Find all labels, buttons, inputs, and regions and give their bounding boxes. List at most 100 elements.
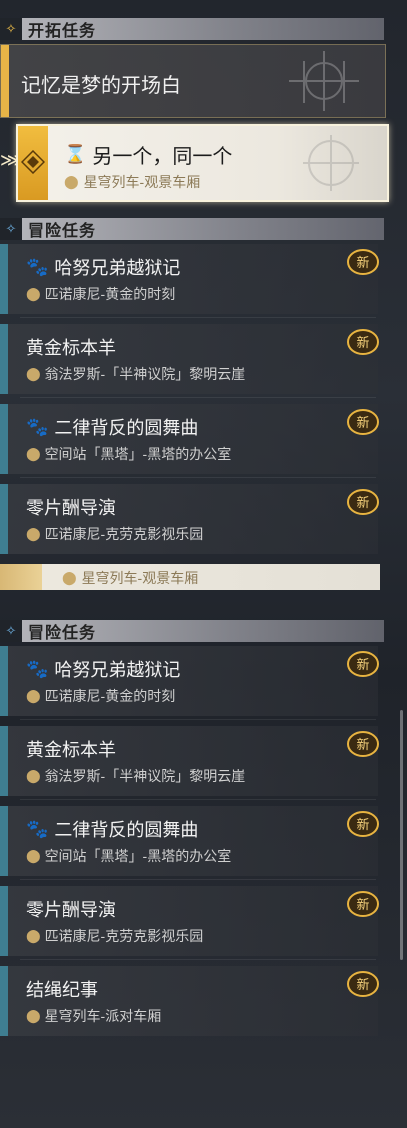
quest-title: 零片酬导演 <box>26 498 116 518</box>
quest-row[interactable]: 🐾 哈努兄弟越狱记 ⬤ 匹诺康尼-黄金的时刻 新 <box>0 642 380 720</box>
quest-location-row: ⬤ 匹诺康尼-黄金的时刻 <box>26 686 175 706</box>
quest-title-row: 黄金标本羊 <box>26 736 116 762</box>
quest-row[interactable]: 零片酬导演 ⬤ 匹诺康尼-克劳克影视乐园 新 <box>0 882 380 960</box>
quest-row[interactable]: 零片酬导演 ⬤ 匹诺康尼-克劳克影视乐园 新 <box>0 480 380 558</box>
quest-location-row: ⬤ 匹诺康尼-克劳克影视乐园 <box>26 926 203 946</box>
new-badge-label: 新 <box>356 255 369 271</box>
quest-accent-bar <box>0 404 8 474</box>
new-badge-label: 新 <box>356 737 369 753</box>
quest-title-row: 零片酬导演 <box>26 896 116 922</box>
quest-accent-bar <box>0 806 8 876</box>
new-badge-label: 新 <box>356 335 369 351</box>
quest-location: 匹诺康尼-克劳克影视乐园 <box>44 526 204 542</box>
quest-location: 翁法罗斯-「半神议院」黎明云崖 <box>44 768 246 784</box>
new-badge-icon: 新 <box>347 971 379 997</box>
quest-accent-bar <box>0 244 8 314</box>
pet-paw-icon: 🐾 <box>26 658 49 679</box>
location-pin-icon: ⬤ <box>64 174 79 189</box>
scrollbar[interactable] <box>400 710 403 960</box>
quest-title-row: 🐾 哈努兄弟越狱记 <box>26 254 180 280</box>
new-badge-icon: 新 <box>347 731 379 757</box>
new-badge-label: 新 <box>356 897 369 913</box>
main-quest-card[interactable]: 记忆是梦的开场白 <box>0 44 386 118</box>
quest-location: 翁法罗斯-「半神议院」黎明云崖 <box>44 366 246 382</box>
location-pin-icon: ⬤ <box>26 768 41 783</box>
quest-title-row: 结绳纪事 <box>26 976 98 1002</box>
quest-title: 零片酬导演 <box>26 900 116 920</box>
quest-location: 空间站「黑塔」-黑塔的办公室 <box>44 848 232 864</box>
location-pin-icon: ⬤ <box>26 848 41 863</box>
new-badge-label: 新 <box>356 977 369 993</box>
quest-location: 星穹列车-派对车厢 <box>44 1008 162 1024</box>
adventure-section-title: 冒险任务 <box>28 223 97 240</box>
active-quest-title: 另一个，同一个 <box>92 146 233 168</box>
new-badge-label: 新 <box>356 657 369 673</box>
location-pin-icon: ⬤ <box>26 526 41 541</box>
quest-row[interactable]: 🐾 二律背反的圆舞曲 ⬤ 空间站「黑塔」-黑塔的办公室 新 <box>0 802 380 880</box>
quest-list-bottom: ⬤ 星穹列车-观景车厢 ✧ 冒险任务 🐾 哈努兄弟越狱记 ⬤ 匹诺康尼-黄金的时… <box>0 560 407 1128</box>
quest-title-row: 🐾 二律背反的圆舞曲 <box>26 414 198 440</box>
active-quest-location: 星穹列车-观景车厢 <box>83 174 201 190</box>
quest-row[interactable]: 🐾 二律背反的圆舞曲 ⬤ 空间站「黑塔」-黑塔的办公室 新 <box>0 400 380 478</box>
quest-accent-bar <box>0 646 8 716</box>
active-quest-gold-tab <box>18 126 48 200</box>
location-pin-icon: ⬤ <box>26 928 41 943</box>
new-badge-icon: 新 <box>347 811 379 837</box>
active-quest-card[interactable]: ⌛ 另一个，同一个 ⬤ 星穹列车-观景车厢 <box>16 124 389 202</box>
location-pin-icon: ⬤ <box>62 570 77 585</box>
row-divider <box>20 317 376 318</box>
row-divider <box>20 719 376 720</box>
pet-paw-icon: 🐾 <box>26 256 49 277</box>
quest-row[interactable]: 结绳纪事 ⬤ 星穹列车-派对车厢 新 <box>0 962 380 1040</box>
quest-title: 黄金标本羊 <box>26 338 116 358</box>
quest-diamond-icon <box>21 150 45 174</box>
quest-location-row: ⬤ 星穹列车-派对车厢 <box>26 1006 161 1026</box>
new-badge-label: 新 <box>356 495 369 511</box>
new-badge-icon: 新 <box>347 249 379 275</box>
new-badge-icon: 新 <box>347 329 379 355</box>
location-pin-icon: ⬤ <box>26 366 41 381</box>
quest-location: 空间站「黑塔」-黑塔的办公室 <box>44 446 232 462</box>
active-quest-title-row: ⌛ 另一个，同一个 <box>64 140 232 169</box>
quest-row[interactable]: 黄金标本羊 ⬤ 翁法罗斯-「半神议院」黎明云崖 新 <box>0 722 380 800</box>
quest-title: 结绳纪事 <box>26 980 98 1000</box>
main-quest-title: 记忆是梦的开场白 <box>21 75 181 97</box>
quest-row[interactable]: 🐾 哈努兄弟越狱记 ⬤ 匹诺康尼-黄金的时刻 新 <box>0 240 380 318</box>
quest-row[interactable]: 黄金标本羊 ⬤ 翁法罗斯-「半神议院」黎明云崖 新 <box>0 320 380 398</box>
row-divider <box>20 397 376 398</box>
quest-title: 二律背反的圆舞曲 <box>54 820 199 840</box>
quest-accent-bar <box>0 726 8 796</box>
quest-location: 匹诺康尼-黄金的时刻 <box>44 286 176 302</box>
quest-title: 哈努兄弟越狱记 <box>54 258 181 278</box>
active-quest-location-row: ⬤ 星穹列车-观景车厢 <box>62 568 198 588</box>
quest-location-row: ⬤ 匹诺康尼-克劳克影视乐园 <box>26 524 203 544</box>
location-pin-icon: ⬤ <box>26 1008 41 1023</box>
quest-title: 哈努兄弟越狱记 <box>54 660 181 680</box>
adventure-diamond-icon: ✧ <box>0 620 22 642</box>
quest-accent-bar <box>0 886 8 956</box>
pet-paw-icon: 🐾 <box>26 818 49 839</box>
new-badge-icon: 新 <box>347 489 379 515</box>
pet-paw-icon: 🐾 <box>26 416 49 437</box>
new-badge-icon: 新 <box>347 409 379 435</box>
quest-accent-bar <box>0 966 8 1036</box>
active-quest-gold-tab <box>0 564 42 590</box>
active-quest-card-partial[interactable]: ⬤ 星穹列车-观景车厢 <box>0 564 380 590</box>
trailblaze-diamond-icon: ✧ <box>0 18 22 40</box>
ornament-emblem-icon <box>289 51 359 111</box>
quest-location: 匹诺康尼-黄金的时刻 <box>44 688 176 704</box>
row-divider <box>20 477 376 478</box>
quest-location-row: ⬤ 翁法罗斯-「半神议院」黎明云崖 <box>26 766 245 786</box>
quest-location-row: ⬤ 空间站「黑塔」-黑塔的办公室 <box>26 846 231 866</box>
quest-location-row: ⬤ 翁法罗斯-「半神议院」黎明云崖 <box>26 364 245 384</box>
new-badge-label: 新 <box>356 817 369 833</box>
quest-location-row: ⬤ 空间站「黑塔」-黑塔的办公室 <box>26 444 231 464</box>
quest-title-row: 🐾 哈努兄弟越狱记 <box>26 656 180 682</box>
quest-title: 二律背反的圆舞曲 <box>54 418 199 438</box>
active-quest-location-row: ⬤ 星穹列车-观景车厢 <box>64 172 200 192</box>
quest-accent-bar <box>0 324 8 394</box>
adventure-section-header: ✧ 冒险任务 <box>0 218 384 240</box>
quest-title-row: 🐾 二律背反的圆舞曲 <box>26 816 198 842</box>
hourglass-icon: ⌛ <box>64 144 87 164</box>
quest-accent-bar <box>0 484 8 554</box>
